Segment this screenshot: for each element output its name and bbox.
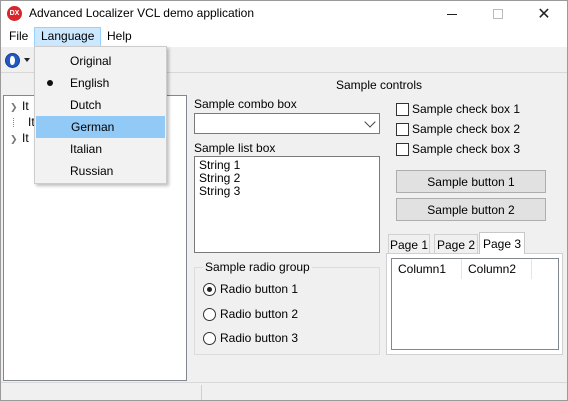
maximize-button[interactable] <box>475 1 521 27</box>
app-icon: DX <box>7 6 22 21</box>
check-box-label: Sample check box 3 <box>412 142 521 156</box>
list-item[interactable]: String 3 <box>199 185 375 198</box>
menu-item-russian[interactable]: Russian <box>36 160 165 182</box>
menu-item-english[interactable]: English <box>36 72 165 94</box>
close-icon: ✕ <box>537 6 551 23</box>
app-window: DX Advanced Localizer VCL demo applicati… <box>0 0 568 401</box>
check-box-indicator[interactable] <box>396 122 409 136</box>
radio-button-2[interactable]: Radio button 2 <box>203 306 298 322</box>
sample-list-view[interactable]: Column1 Column2 <box>391 258 559 350</box>
radio-label: Radio button 1 <box>220 282 299 296</box>
radio-button-3[interactable]: Radio button 3 <box>203 330 298 346</box>
tab-page-1[interactable]: Page 1 <box>388 234 430 254</box>
list-label: Sample list box <box>194 141 276 155</box>
menu-bar: File Language Help <box>1 27 567 47</box>
column-header-2[interactable]: Column2 <box>462 259 532 279</box>
check-box-indicator[interactable] <box>396 102 409 116</box>
menu-item-label: Dutch <box>70 98 102 112</box>
globe-icon <box>5 52 20 68</box>
menu-item-italian[interactable]: Italian <box>36 138 165 160</box>
sample-button-2[interactable]: Sample button 2 <box>396 198 546 221</box>
check-box-label: Sample check box 2 <box>412 122 521 136</box>
sample-controls-title: Sample controls <box>335 78 423 92</box>
dropdown-arrow-icon <box>24 58 30 62</box>
radio-indicator[interactable] <box>203 331 216 345</box>
window-title: Advanced Localizer VCL demo application <box>29 6 255 20</box>
radio-group-title: Sample radio group <box>203 260 312 274</box>
tree-item[interactable]: ❯ It <box>10 98 29 114</box>
tree-item-label: It <box>22 131 29 145</box>
language-menu-dropdown: Original English Dutch German Italian Ru… <box>34 46 167 184</box>
radio-indicator[interactable] <box>203 282 216 296</box>
sample-radio-group: Sample radio group Radio button 1 Radio … <box>194 260 380 355</box>
check-box-1[interactable]: Sample check box 1 <box>396 101 520 117</box>
language-toolbar-button[interactable] <box>5 51 35 69</box>
close-button[interactable]: ✕ <box>521 1 567 27</box>
menu-item-label: Russian <box>70 164 114 178</box>
maximize-icon <box>493 9 503 19</box>
radio-indicator[interactable] <box>203 307 216 321</box>
title-bar[interactable]: DX Advanced Localizer VCL demo applicati… <box>1 1 567 27</box>
menu-item-german[interactable]: German <box>36 116 165 138</box>
menu-language[interactable]: Language <box>34 27 102 47</box>
radio-bullet-icon <box>47 80 53 86</box>
sample-button-1[interactable]: Sample button 1 <box>396 170 546 193</box>
radio-label: Radio button 2 <box>220 307 299 321</box>
tree-item-label: It <box>22 99 29 113</box>
tree-item[interactable]: ❯ It <box>10 130 29 146</box>
minimize-icon <box>447 13 457 15</box>
menu-file[interactable]: File <box>3 27 34 47</box>
sample-combo-box[interactable] <box>194 113 380 134</box>
check-box-indicator[interactable] <box>396 142 409 156</box>
tree-connector <box>13 117 19 127</box>
menu-help[interactable]: Help <box>101 27 138 47</box>
tab-panel: Column1 Column2 <box>386 253 563 355</box>
tree-item[interactable]: It <box>10 114 35 130</box>
status-bar <box>1 382 567 401</box>
radio-label: Radio button 3 <box>220 331 299 345</box>
check-box-2[interactable]: Sample check box 2 <box>396 121 520 137</box>
menu-item-label: German <box>71 120 115 134</box>
menu-item-dutch[interactable]: Dutch <box>36 94 165 116</box>
status-separator <box>201 385 202 400</box>
menu-item-label: Original <box>70 54 112 68</box>
tab-page-2[interactable]: Page 2 <box>434 234 478 254</box>
check-box-label: Sample check box 1 <box>412 102 521 116</box>
sample-list-box[interactable]: String 1 String 2 String 3 <box>194 156 380 253</box>
radio-button-1[interactable]: Radio button 1 <box>203 281 298 297</box>
column-header-1[interactable]: Column1 <box>392 259 462 279</box>
combo-label: Sample combo box <box>194 97 297 111</box>
minimize-button[interactable] <box>429 1 475 27</box>
chevron-down-icon[interactable] <box>364 116 376 128</box>
check-box-3[interactable]: Sample check box 3 <box>396 141 520 157</box>
menu-item-original[interactable]: Original <box>36 50 165 72</box>
menu-item-label: Italian <box>70 142 103 156</box>
tab-page-3[interactable]: Page 3 <box>479 232 525 254</box>
expand-arrow-icon[interactable]: ❯ <box>10 134 18 144</box>
expand-arrow-icon[interactable]: ❯ <box>10 102 18 112</box>
menu-item-label: English <box>70 76 110 90</box>
